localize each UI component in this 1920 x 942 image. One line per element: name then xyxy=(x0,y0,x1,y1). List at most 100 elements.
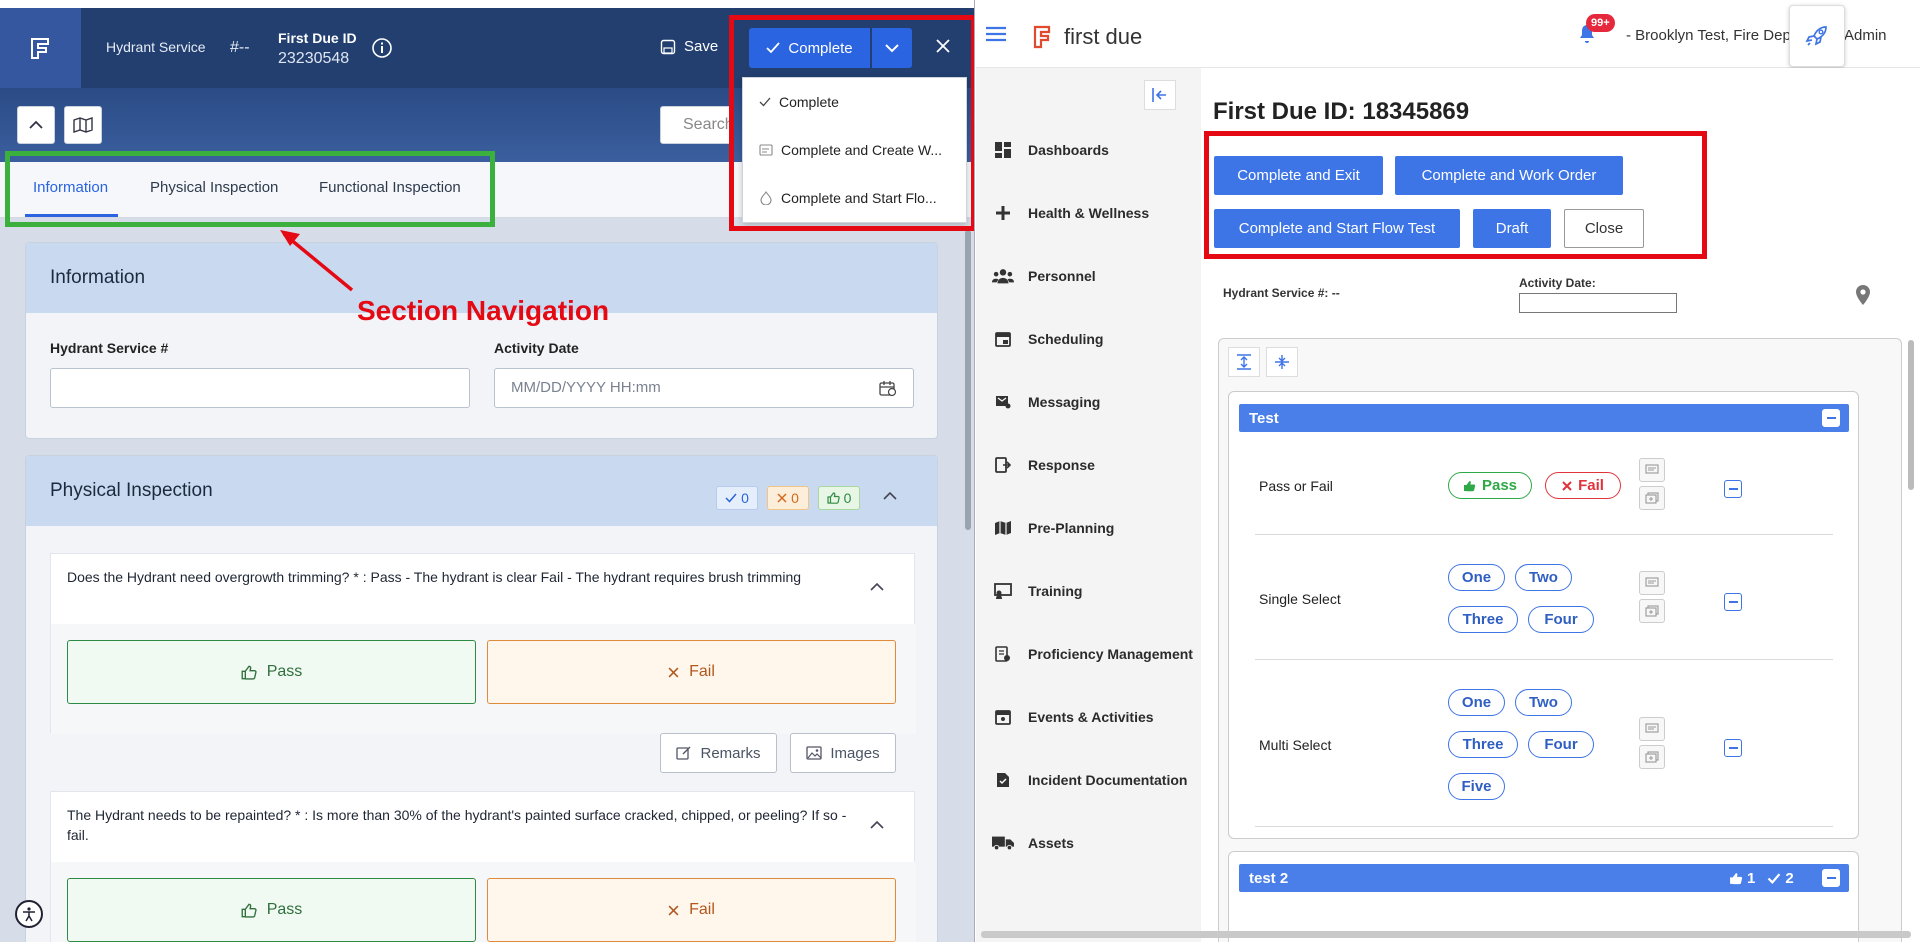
fail-button[interactable]: Fail xyxy=(487,878,896,942)
remove-row-button[interactable] xyxy=(1724,739,1742,757)
buttons-highlight-box xyxy=(1204,131,1707,259)
accessibility-button[interactable] xyxy=(15,900,43,928)
option-pill[interactable]: Four xyxy=(1528,731,1594,758)
sidebar-item-events-activities[interactable]: Events & Activities xyxy=(992,707,1154,727)
rocket-icon xyxy=(1805,26,1827,46)
attach-icon xyxy=(1645,492,1659,504)
comment-icon xyxy=(1645,577,1659,587)
info-icon[interactable] xyxy=(371,37,393,59)
sidebar-item-proficiency-management[interactable]: Proficiency Management xyxy=(992,644,1193,664)
edit-icon xyxy=(676,746,691,760)
sidebar-item-health-wellness[interactable]: Health & Wellness xyxy=(992,203,1149,223)
pass-button[interactable]: Pass xyxy=(67,878,476,942)
option-pill[interactable]: Three xyxy=(1448,606,1518,633)
message-icon xyxy=(992,392,1014,412)
expand-all-button[interactable] xyxy=(1228,347,1260,377)
comment-button[interactable] xyxy=(1639,717,1665,741)
chevron-up-icon xyxy=(29,120,43,129)
user-role: Admin xyxy=(1844,27,1887,44)
logo-icon xyxy=(1033,25,1051,49)
collapse-all-button[interactable] xyxy=(17,106,55,144)
question-card: Does the Hydrant need overgrowth trimmin… xyxy=(50,553,916,734)
service-title: Hydrant Service xyxy=(106,39,206,55)
fail-pill[interactable]: Fail xyxy=(1545,472,1621,499)
sidebar-item-response[interactable]: Response xyxy=(992,455,1095,475)
test-2-counts: 1 2 xyxy=(1729,870,1794,887)
chevron-up-icon[interactable] xyxy=(869,820,885,830)
user-name[interactable]: - Brooklyn Test, Fire Dep xyxy=(1626,27,1791,44)
sidebar-item-personnel[interactable]: Personnel xyxy=(992,266,1096,286)
document-check-icon xyxy=(992,770,1014,790)
test-section-header[interactable]: Test xyxy=(1239,404,1849,432)
hydrant-service-input[interactable] xyxy=(50,368,470,408)
row-label: Pass or Fail xyxy=(1259,478,1333,494)
thumbs-up-icon xyxy=(241,903,257,918)
sidebar-item-incident-documentation[interactable]: Incident Documentation xyxy=(992,770,1187,790)
comment-button[interactable] xyxy=(1639,571,1665,595)
option-pill[interactable]: Two xyxy=(1515,564,1572,591)
option-pill[interactable]: Three xyxy=(1448,731,1518,758)
accessibility-icon xyxy=(23,907,35,922)
thumbs-up-icon xyxy=(241,665,257,680)
option-pill[interactable]: Two xyxy=(1515,689,1572,716)
location-pin-icon xyxy=(1856,285,1870,305)
images-button[interactable]: Images xyxy=(790,733,896,773)
tabs-highlight-box xyxy=(5,151,495,227)
pass-button[interactable]: Pass xyxy=(67,640,476,704)
thumbs-up-icon xyxy=(1730,873,1743,885)
sidebar-item-assets[interactable]: Assets xyxy=(992,833,1074,853)
fail-button[interactable]: Fail xyxy=(487,640,896,704)
thumbs-up-icon xyxy=(1463,480,1476,491)
pass-pill[interactable]: Pass xyxy=(1448,472,1532,499)
date-placeholder: MM/DD/YYYY HH:mm xyxy=(511,379,661,396)
location-pin[interactable] xyxy=(1855,284,1871,306)
brand-logo[interactable]: first due xyxy=(1032,24,1142,50)
complete-highlight-box xyxy=(729,15,974,231)
option-pill[interactable]: Four xyxy=(1528,606,1594,633)
sidebar: Dashboards Health & Wellness Personnel S… xyxy=(976,68,1201,942)
sidebar-item-training[interactable]: Training xyxy=(992,581,1082,601)
search-input[interactable]: Search xyxy=(660,106,730,144)
calendar-icon[interactable] xyxy=(879,381,897,397)
option-pill[interactable]: One xyxy=(1448,564,1505,591)
attach-button[interactable] xyxy=(1639,486,1665,510)
collapse-all-button[interactable] xyxy=(1266,347,1298,377)
activity-date-input[interactable]: MM/DD/YYYY HH:mm xyxy=(494,368,914,408)
remove-row-button[interactable] xyxy=(1724,480,1742,498)
divider xyxy=(1255,826,1833,827)
activity-date-input[interactable] xyxy=(1519,293,1677,313)
brand-name: first due xyxy=(1064,24,1143,49)
horizontal-scrollbar[interactable] xyxy=(981,931,1911,938)
map-button[interactable] xyxy=(64,106,102,144)
collapse-sidebar-button[interactable] xyxy=(1144,80,1176,110)
divider xyxy=(1255,534,1833,535)
sidebar-item-pre-planning[interactable]: Pre-Planning xyxy=(992,518,1114,538)
hydrant-service-number: Hydrant Service #: -- xyxy=(1223,286,1340,300)
option-pill[interactable]: One xyxy=(1448,689,1505,716)
collapse-left-icon xyxy=(1152,88,1166,102)
save-button[interactable]: Save xyxy=(660,38,718,55)
attach-button[interactable] xyxy=(1639,745,1665,769)
top-strip xyxy=(0,0,974,8)
app-logo[interactable] xyxy=(0,8,81,88)
chevron-up-icon[interactable] xyxy=(869,582,885,592)
sidebar-item-messaging[interactable]: Messaging xyxy=(992,392,1100,412)
option-pill[interactable]: Five xyxy=(1448,773,1505,800)
collapse-section-button[interactable] xyxy=(1822,869,1840,887)
remove-row-button[interactable] xyxy=(1724,593,1742,611)
left-scrollbar[interactable] xyxy=(965,230,971,530)
right-scrollbar[interactable] xyxy=(1908,340,1914,490)
comment-button[interactable] xyxy=(1639,458,1665,482)
chevron-up-icon[interactable] xyxy=(882,491,898,501)
hamburger-menu[interactable] xyxy=(986,26,1006,42)
remarks-button[interactable]: Remarks xyxy=(660,733,777,773)
collapse-section-button[interactable] xyxy=(1822,409,1840,427)
section-navigation-annotation: Section Navigation xyxy=(357,295,610,326)
sidebar-item-dashboards[interactable]: Dashboards xyxy=(992,140,1109,160)
dashboard-icon xyxy=(992,140,1014,160)
attach-button[interactable] xyxy=(1639,599,1665,623)
launcher-button[interactable] xyxy=(1789,5,1845,67)
sidebar-item-scheduling[interactable]: Scheduling xyxy=(992,329,1103,349)
map-icon xyxy=(992,518,1014,538)
test-2-section: test 2 1 2 xyxy=(1228,851,1859,942)
